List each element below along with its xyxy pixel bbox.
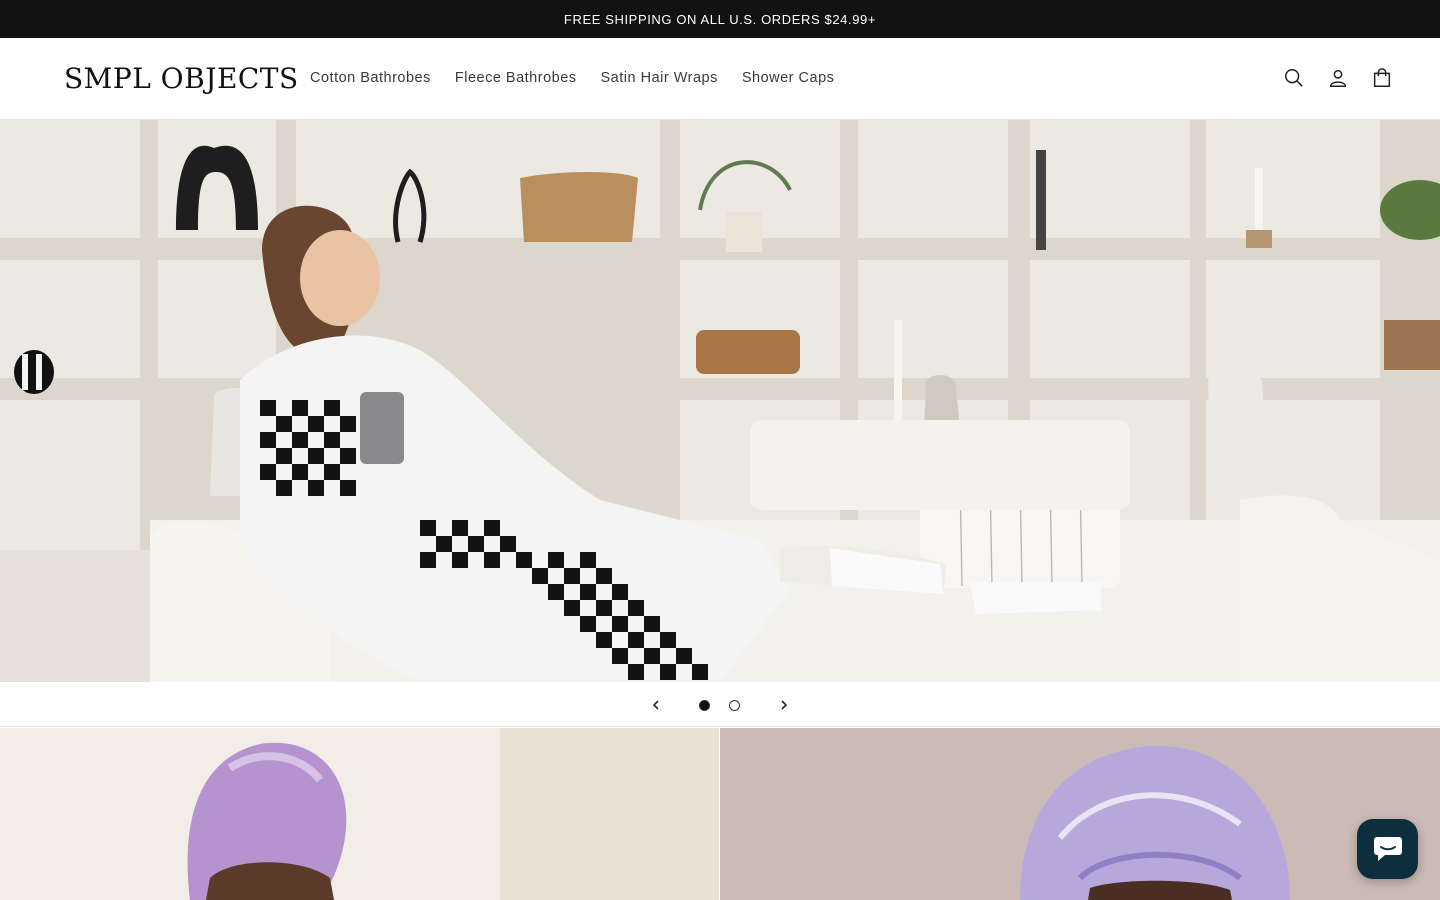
search-button[interactable] bbox=[1276, 60, 1312, 96]
chevron-left-icon bbox=[652, 700, 659, 710]
nav-satin-hair-wraps[interactable]: Satin Hair Wraps bbox=[589, 66, 730, 90]
chat-button[interactable] bbox=[1357, 819, 1418, 879]
search-icon bbox=[1285, 69, 1303, 87]
header-icons bbox=[1276, 60, 1400, 96]
store-logo[interactable]: SMPL OBJECTS bbox=[64, 62, 299, 96]
cart-icon bbox=[1373, 68, 1391, 87]
tile-image-satin-wrap bbox=[0, 728, 719, 900]
next-slide-button[interactable] bbox=[773, 694, 795, 716]
announcement-text: FREE SHIPPING ON ALL U.S. ORDERS $24.99+ bbox=[563, 11, 877, 27]
collection-tiles bbox=[0, 728, 1440, 900]
hero-image bbox=[0, 120, 1440, 682]
chat-icon bbox=[1373, 837, 1402, 861]
chevron-right-icon bbox=[781, 700, 788, 710]
main-nav: Cotton Bathrobes Fleece Bathrobes Satin … bbox=[298, 66, 846, 90]
collection-tile-shower-caps[interactable] bbox=[720, 728, 1440, 900]
site-header: SMPL OBJECTS Cotton Bathrobes Fleece Bat… bbox=[0, 38, 1440, 120]
collection-tile-satin-hair-wraps[interactable] bbox=[0, 728, 719, 900]
slide-dot-2[interactable] bbox=[729, 700, 740, 711]
hero-slideshow bbox=[0, 120, 1440, 682]
announcement-bar: FREE SHIPPING ON ALL U.S. ORDERS $24.99+ bbox=[0, 0, 1440, 38]
slideshow-controls bbox=[0, 682, 1440, 727]
nav-fleece-bathrobes[interactable]: Fleece Bathrobes bbox=[443, 66, 589, 90]
account-icon bbox=[1329, 69, 1347, 87]
nav-cotton-bathrobes[interactable]: Cotton Bathrobes bbox=[298, 66, 443, 90]
cart-button[interactable] bbox=[1364, 60, 1400, 96]
tile-image-shower-cap bbox=[720, 728, 1440, 900]
slide-dot-1[interactable] bbox=[699, 700, 710, 711]
nav-shower-caps[interactable]: Shower Caps bbox=[730, 66, 847, 90]
previous-slide-button[interactable] bbox=[645, 694, 667, 716]
account-button[interactable] bbox=[1320, 60, 1356, 96]
